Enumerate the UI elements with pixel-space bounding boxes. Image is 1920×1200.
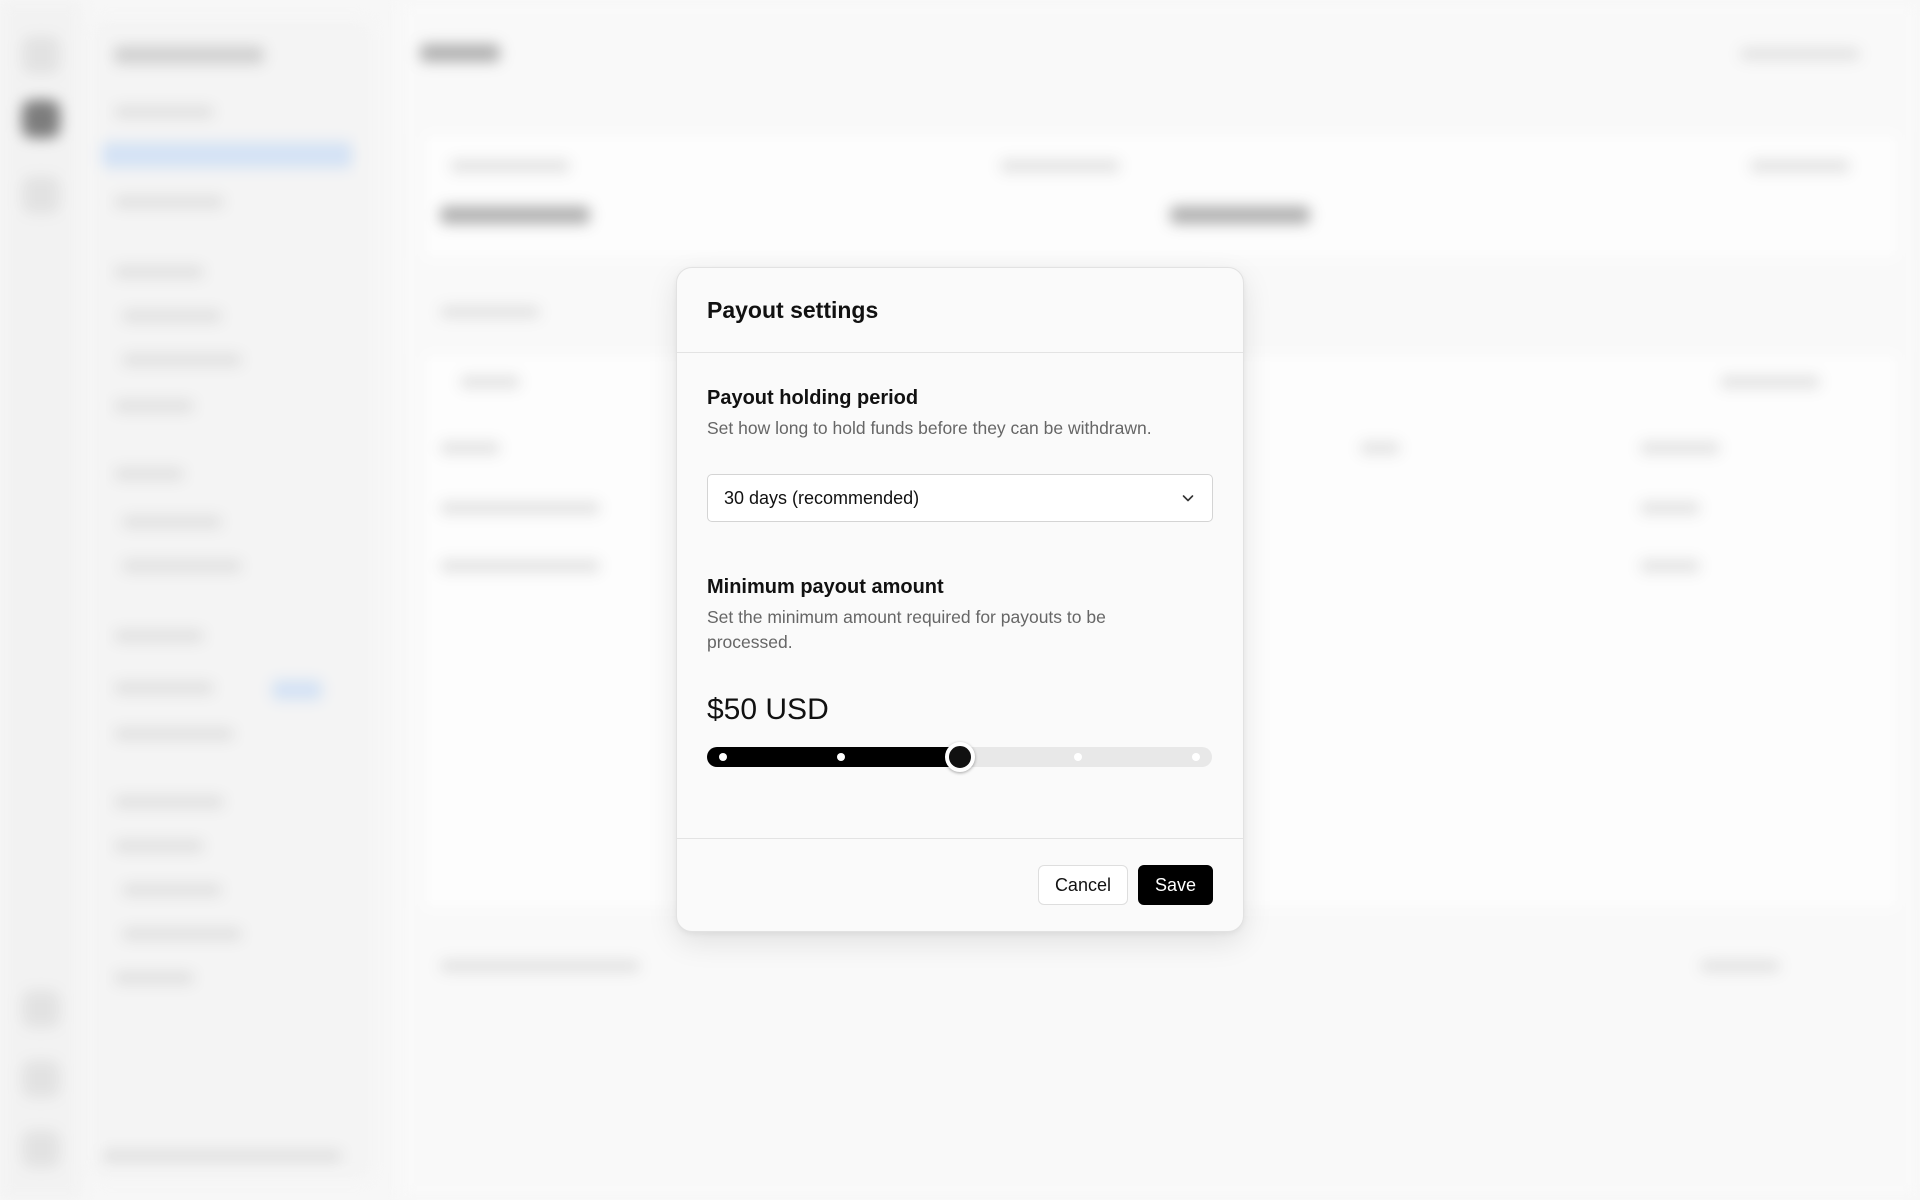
slider-step-tick (1073, 753, 1082, 761)
home-icon (22, 100, 60, 138)
minimum-payout-title: Minimum payout amount (707, 576, 944, 598)
holding-period-value: 30 days (recommended) (724, 487, 920, 508)
minimum-payout-section: Minimum payout amount Set the minimum am… (707, 576, 1213, 772)
holding-period-title: Payout holding period (707, 387, 919, 409)
app-rail (0, 0, 82, 1200)
slider-fill (707, 747, 960, 767)
slider-step-tick (1192, 753, 1200, 761)
dialog-body: Payout holding period Set how long to ho… (677, 353, 1243, 772)
dialog-header: Payout settings (677, 268, 1243, 353)
dialog-footer: Cancel Save (677, 838, 1243, 931)
sidebar (92, 20, 372, 1180)
apps-icon (22, 176, 60, 214)
workspace-icon (22, 36, 60, 74)
minimum-payout-amount: $50 USD (707, 693, 829, 726)
chevron-down-icon (1180, 490, 1196, 506)
dialog-title: Payout settings (707, 296, 879, 323)
payout-settings-dialog: Payout settings Payout holding period Se… (676, 267, 1244, 932)
slider-thumb[interactable] (944, 742, 975, 772)
minimum-payout-description: Set the minimum amount required for payo… (707, 607, 1106, 652)
minimum-payout-slider[interactable] (707, 742, 1212, 772)
holding-period-section: Payout holding period Set how long to ho… (707, 387, 1213, 522)
slider-step-tick (719, 753, 727, 761)
cancel-button[interactable]: Cancel (1037, 865, 1128, 905)
settings-icon (22, 1060, 60, 1098)
save-button[interactable]: Save (1137, 865, 1213, 905)
holding-period-select[interactable]: 30 days (recommended) (707, 474, 1213, 522)
help-icon (22, 990, 60, 1028)
holding-period-description: Set how long to hold funds before they c… (707, 418, 1152, 438)
avatar (22, 1130, 60, 1168)
